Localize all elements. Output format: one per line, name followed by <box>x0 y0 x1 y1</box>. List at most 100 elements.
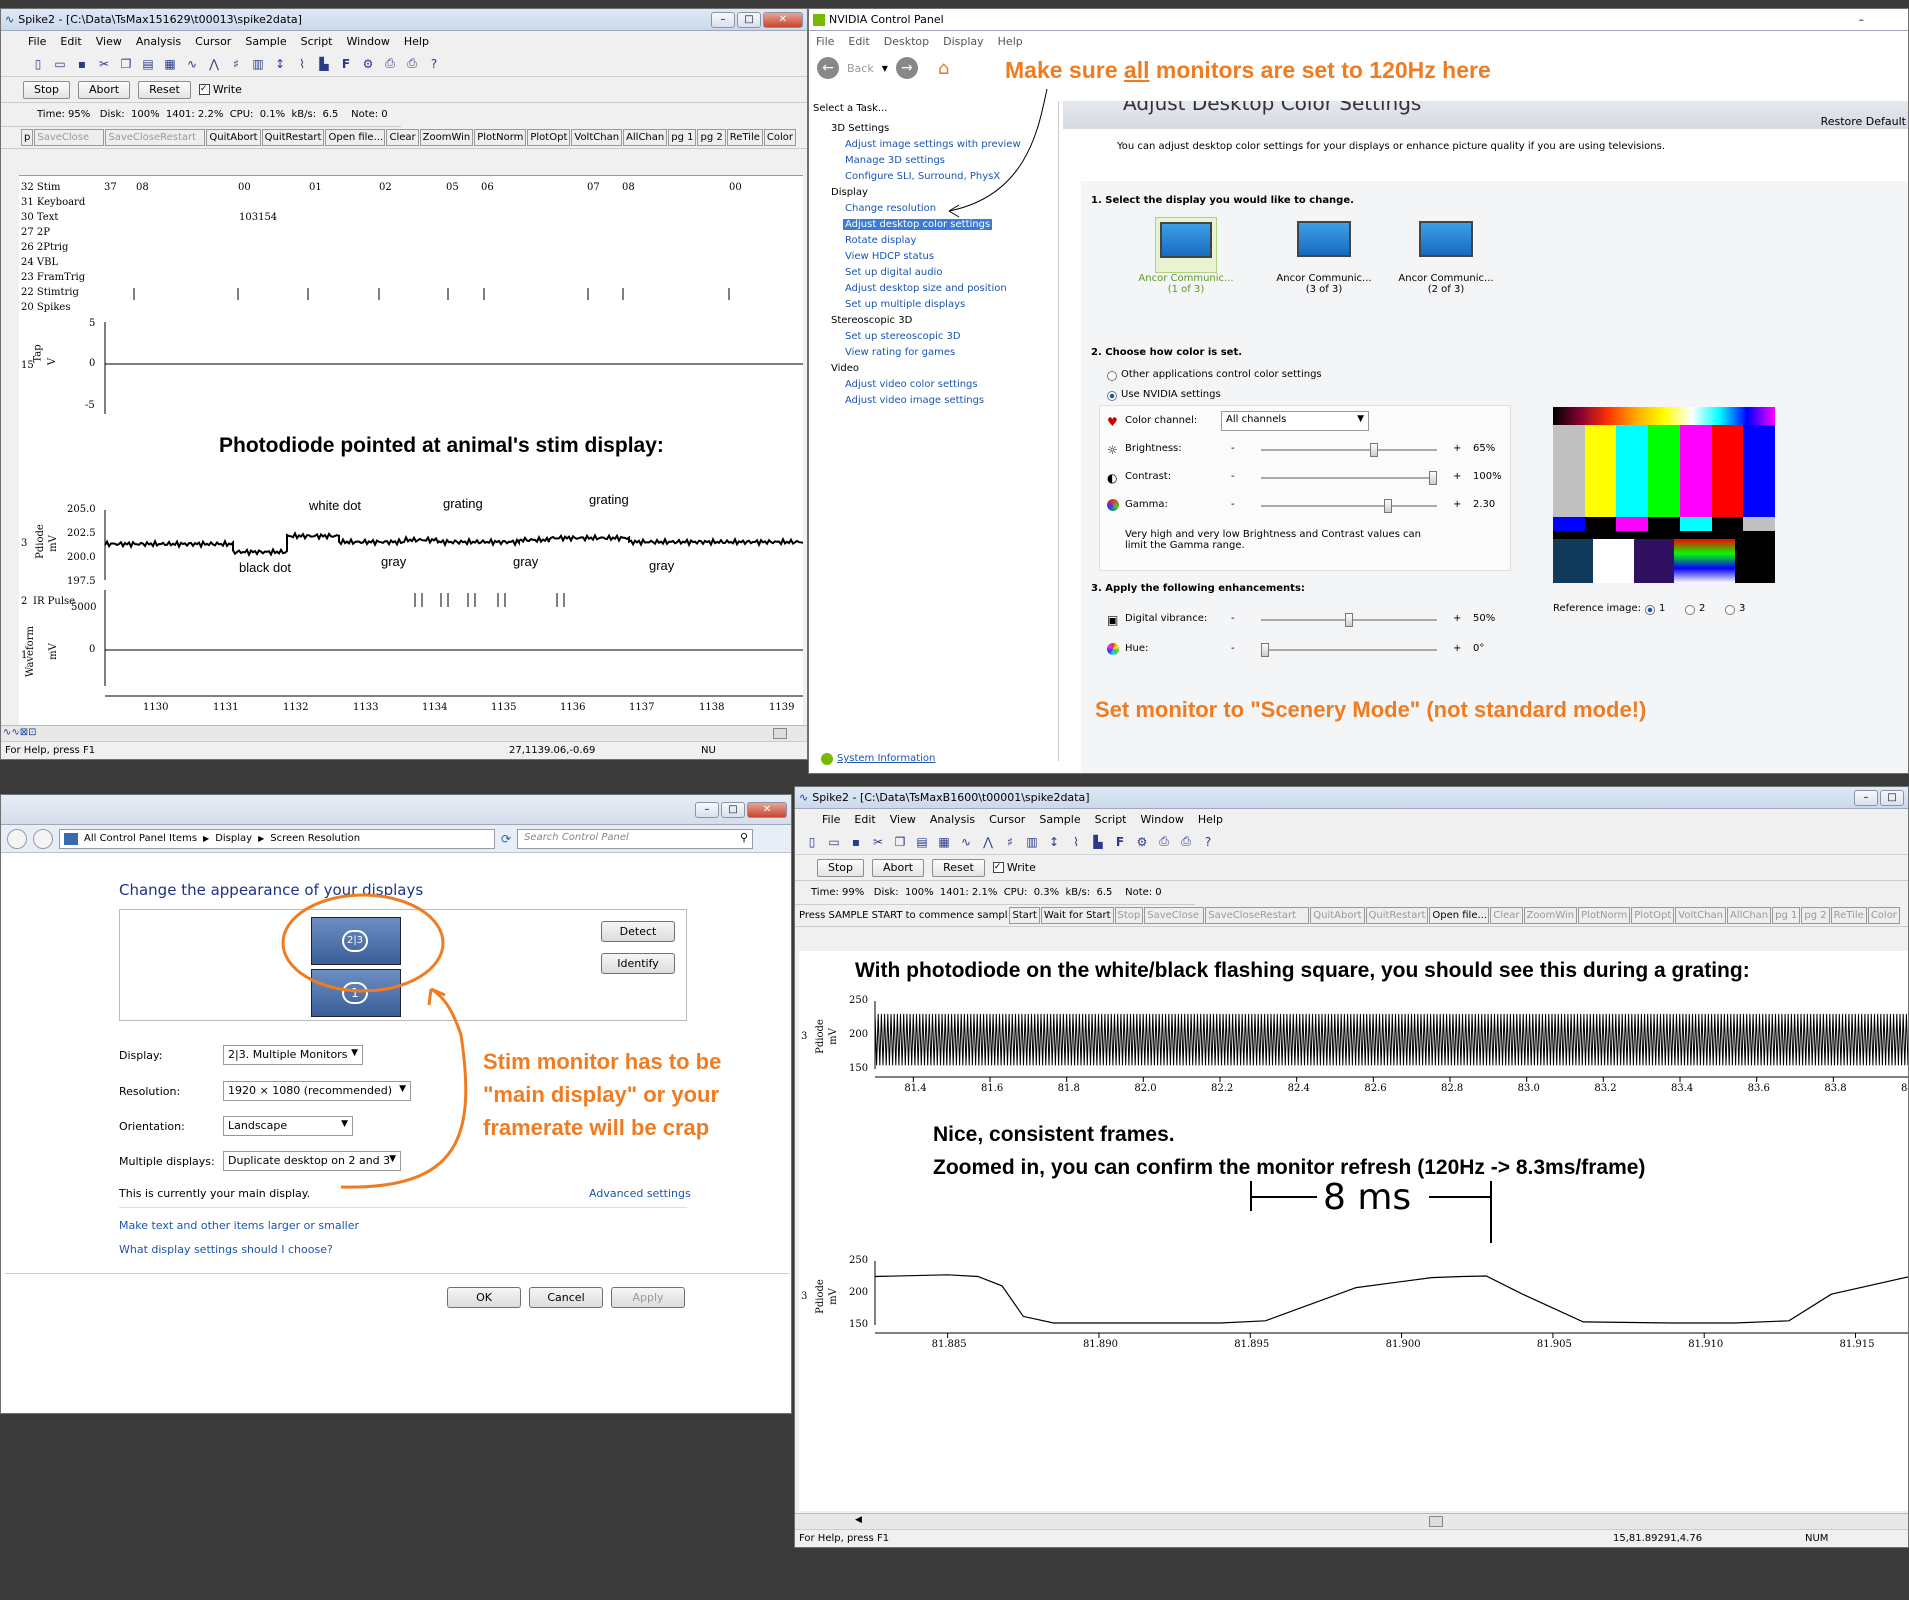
menu-view[interactable]: View <box>89 35 129 48</box>
font-icon[interactable]: F <box>337 55 355 73</box>
reset-button[interactable]: Reset <box>932 858 985 877</box>
nv-menu-display[interactable]: Display <box>936 35 991 48</box>
cmd-retile[interactable]: ReTile <box>1830 907 1867 924</box>
ok-button[interactable]: OK <box>447 1287 521 1308</box>
spike1-titlebar[interactable]: ∿ Spike2 - [C:\Data\TsMax151629\t00013\s… <box>1 9 807 31</box>
cmd-openfile[interactable]: Open file... <box>325 129 386 146</box>
menu-edit[interactable]: Edit <box>847 813 882 826</box>
back-label[interactable]: Back <box>847 62 874 75</box>
gamma-slider[interactable] <box>1261 499 1437 513</box>
cmd-quitabort[interactable]: QuitAbort <box>206 129 261 146</box>
reset-button[interactable]: Reset <box>138 80 191 99</box>
copy-icon[interactable]: ❐ <box>891 833 909 851</box>
menu-analysis[interactable]: Analysis <box>923 813 982 826</box>
write-checkbox[interactable]: ✓ Write <box>198 83 242 96</box>
menu-window[interactable]: Window <box>340 35 397 48</box>
monitor-option-2[interactable]: Ancor Communic... (2 of 3) <box>1381 217 1511 295</box>
scroll-thumb[interactable] <box>1429 1516 1443 1527</box>
copy-icon[interactable]: ❐ <box>117 55 135 73</box>
cmd-saveclose[interactable]: SaveClose <box>34 129 105 146</box>
nv-menu-help[interactable]: Help <box>991 35 1030 48</box>
multiple-displays-select[interactable]: Duplicate desktop on 2 and 3 ▼ <box>223 1151 401 1171</box>
help-icon[interactable]: ? <box>1199 833 1217 851</box>
print-icon[interactable]: ⎙ <box>381 55 399 73</box>
cmd-openfile[interactable]: Open file... <box>1429 907 1490 924</box>
cmd-start[interactable]: Start <box>1009 907 1040 924</box>
menu-help[interactable]: Help <box>1191 813 1230 826</box>
open-folder-icon[interactable]: ▭ <box>825 833 843 851</box>
ref-radio-1[interactable] <box>1645 605 1655 615</box>
waveform-icon[interactable]: ∿ <box>183 55 201 73</box>
menu-file[interactable]: File <box>21 35 53 48</box>
hue-slider[interactable] <box>1261 643 1437 657</box>
write-checkbox[interactable]: ✓ Write <box>992 861 1036 874</box>
cmd-zoomwin[interactable]: ZoomWin <box>1523 907 1578 924</box>
slider-knob[interactable] <box>1383 499 1392 513</box>
abort-button[interactable]: Abort <box>78 80 131 99</box>
slider-knob[interactable] <box>1429 471 1437 485</box>
menu-help[interactable]: Help <box>397 35 436 48</box>
tree-item[interactable]: View rating for games <box>845 347 955 358</box>
nv-menu-desktop[interactable]: Desktop <box>877 35 936 48</box>
monitor-option-3[interactable]: Ancor Communic... (3 of 3) <box>1259 217 1389 295</box>
bar-chart-icon[interactable]: ▙ <box>1089 833 1107 851</box>
tree-item[interactable]: Adjust image settings with preview <box>845 139 1021 150</box>
cmd-allchan[interactable]: AllChan <box>1726 907 1772 924</box>
cmd-saveclose[interactable]: SaveClose <box>1144 907 1205 924</box>
help-icon[interactable]: ? <box>425 55 443 73</box>
print-visible-icon[interactable]: ⎙ <box>1177 833 1195 851</box>
tree-head-display[interactable]: Display <box>831 187 868 198</box>
cmd-p[interactable]: p <box>21 129 34 146</box>
open-folder-icon[interactable]: ▭ <box>51 55 69 73</box>
new-file-icon[interactable]: ▯ <box>803 833 821 851</box>
cmd-plotnorm[interactable]: PlotNorm <box>474 129 527 146</box>
spike2-titlebar[interactable]: ∿ Spike2 - [C:\Data\TsMaxB1600\t00001\sp… <box>795 787 1908 809</box>
new-file-icon[interactable]: ▯ <box>29 55 47 73</box>
menu-sample[interactable]: Sample <box>1032 813 1087 826</box>
cmd-color[interactable]: Color <box>1867 907 1900 924</box>
print-visible-icon[interactable]: ⎙ <box>403 55 421 73</box>
menu-cursor[interactable]: Cursor <box>982 813 1032 826</box>
slider-knob[interactable] <box>1370 443 1379 457</box>
cmd-clear[interactable]: Clear <box>1490 907 1523 924</box>
cmd-voltchan[interactable]: VoltChan <box>571 129 623 146</box>
cmd-waitforstart[interactable]: Wait for Start <box>1040 907 1114 924</box>
cmd-plotopt[interactable]: PlotOpt <box>527 129 571 146</box>
minimize-icon[interactable]: – <box>711 11 735 28</box>
fit-icon[interactable]: ↕ <box>1045 833 1063 851</box>
restore-defaults-link[interactable]: Restore Default <box>1821 115 1906 128</box>
resolution-select[interactable]: 1920 × 1080 (recommended) ▼ <box>223 1081 411 1101</box>
view-toggle-icons[interactable]: ∿∿⊠⊡ <box>3 727 37 738</box>
text-size-link[interactable]: Make text and other items larger or smal… <box>119 1219 359 1232</box>
tree-item[interactable]: Set up multiple displays <box>845 299 965 310</box>
cmd-zoomwin[interactable]: ZoomWin <box>419 129 474 146</box>
menu-cursor[interactable]: Cursor <box>188 35 238 48</box>
cmd-savecloserestart[interactable]: SaveCloseRestart <box>105 129 206 146</box>
cmd-pg2[interactable]: pg 2 <box>1801 907 1830 924</box>
cmd-plotnorm[interactable]: PlotNorm <box>1578 907 1631 924</box>
spike2-plot-area[interactable]: With photodiode on the white/black flash… <box>799 951 1908 1511</box>
nv-menu-file[interactable]: File <box>809 35 841 48</box>
slider-knob[interactable] <box>1261 643 1269 657</box>
scroll-thumb[interactable] <box>773 728 787 739</box>
maximize-icon[interactable]: □ <box>737 11 761 28</box>
settings-icon[interactable]: ⚙ <box>359 55 377 73</box>
cmd-allchan[interactable]: AllChan <box>623 129 668 146</box>
advanced-settings-link[interactable]: Advanced settings <box>589 1187 691 1200</box>
spike1-plot-area[interactable]: 32 Stim 31 Keyboard 30 Text 27 2P 26 2Pt… <box>19 175 803 735</box>
waveform-icon[interactable]: ∿ <box>957 833 975 851</box>
spike-shape-icon[interactable]: ⋀ <box>979 833 997 851</box>
tree-item[interactable]: Set up digital audio <box>845 267 942 278</box>
tree-item[interactable]: Configure SLI, Surround, PhysX <box>845 171 1000 182</box>
marker-icon[interactable]: ♯ <box>1001 833 1019 851</box>
cmd-retile[interactable]: ReTile <box>726 129 763 146</box>
cmd-pg1[interactable]: pg 1 <box>668 129 697 146</box>
spike-shape-icon[interactable]: ⋀ <box>205 55 223 73</box>
tree-item[interactable]: Manage 3D settings <box>845 155 945 166</box>
ref-radio-2[interactable] <box>1685 605 1695 615</box>
tree-item-change-resolution[interactable]: Change resolution <box>845 203 936 214</box>
forward-arrow-icon[interactable]: → <box>895 57 918 79</box>
display-select[interactable]: 2|3. Multiple Monitors ▼ <box>223 1045 363 1065</box>
cmd-quitabort[interactable]: QuitAbort <box>1310 907 1365 924</box>
paste-icon[interactable]: ▤ <box>913 833 931 851</box>
